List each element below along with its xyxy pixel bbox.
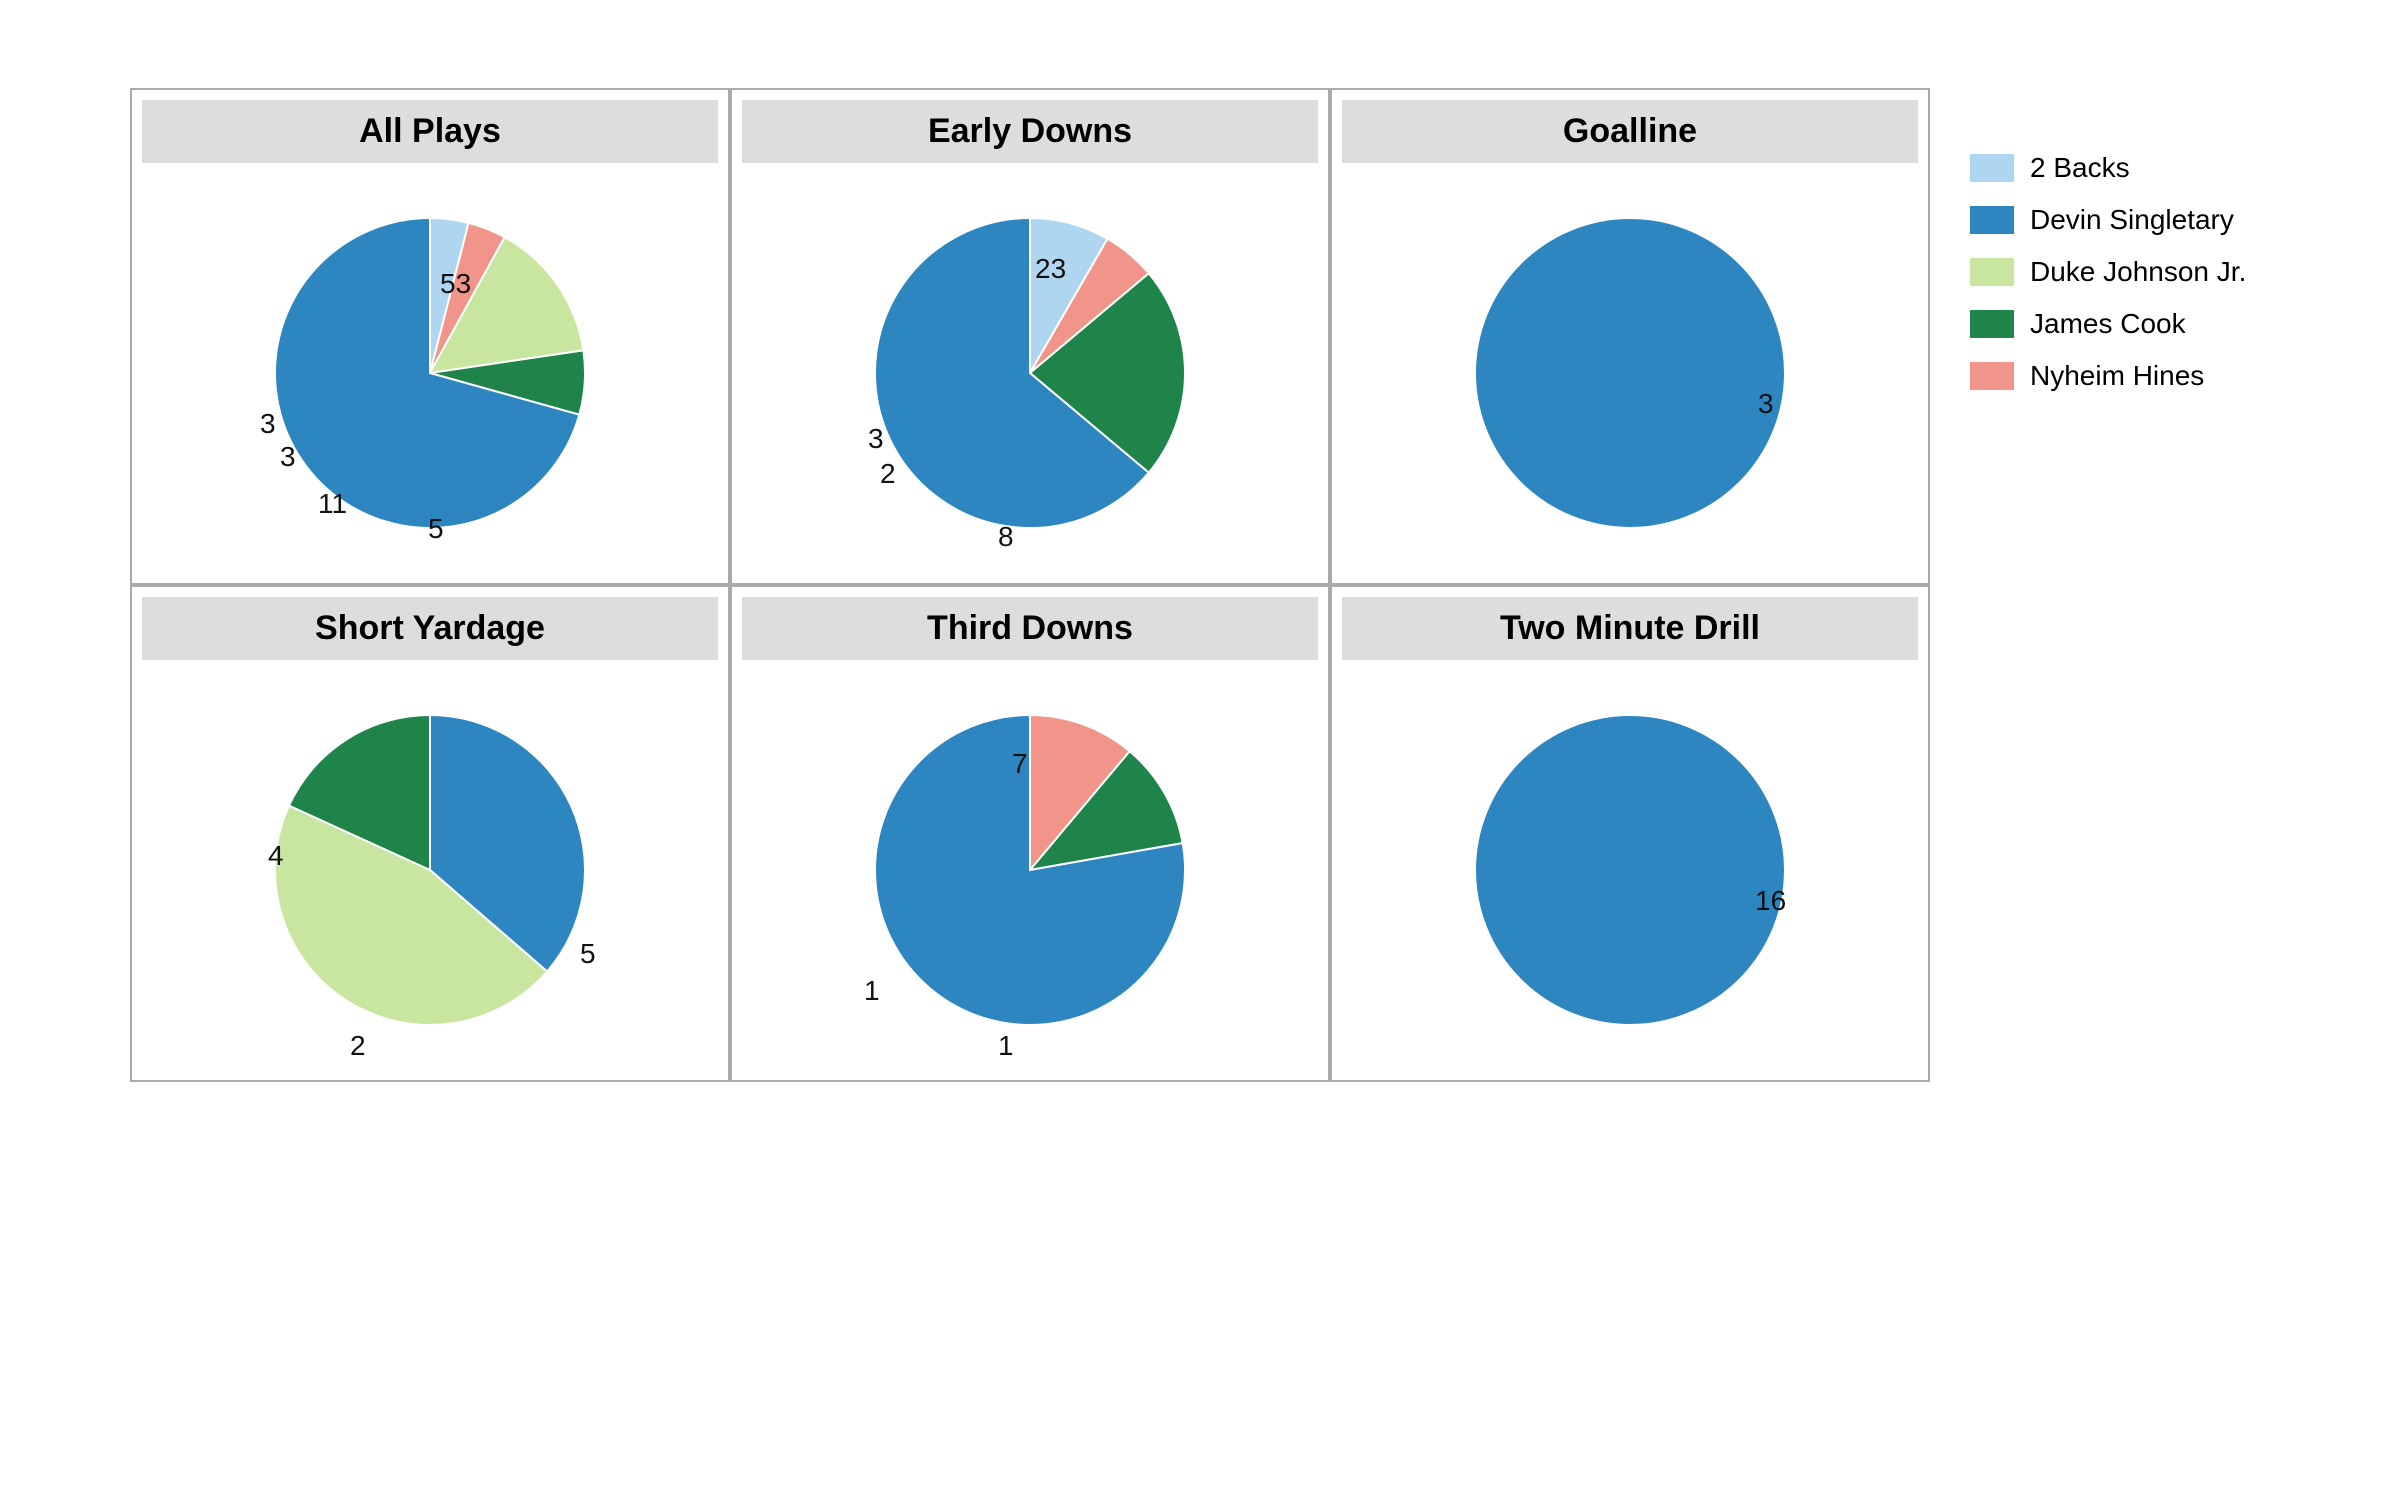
legend-label: Devin Singletary [2030, 204, 2234, 236]
chart-title-2: Goalline [1342, 100, 1918, 163]
legend-item: 2 Backs [1970, 152, 2250, 184]
pie-label-1: 1 [864, 975, 880, 1007]
legend-swatch [1970, 154, 2014, 182]
legend-swatch [1970, 310, 2014, 338]
pie-svg-2 [1450, 193, 1810, 553]
chart-title-5: Two Minute Drill [1342, 597, 1918, 660]
pie-label-3: 3 [260, 408, 276, 440]
legend-label: Nyheim Hines [2030, 360, 2204, 392]
chart-grid: All Plays5333115Early Downs23328Goalline… [130, 88, 1930, 1082]
chart-title-0: All Plays [142, 100, 718, 163]
pie-svg-1 [850, 193, 1210, 553]
pie-container-5: 16 [1450, 690, 1810, 1050]
pie-label-23: 23 [1035, 253, 1066, 285]
chart-cell-5: Two Minute Drill 16 [1330, 585, 1930, 1082]
legend-label: 2 Backs [2030, 152, 2130, 184]
pie-label-3: 3 [280, 441, 296, 473]
pie-container-0: 53 33 11 5 [250, 193, 610, 553]
pie-label-2: 2 [350, 1030, 366, 1062]
pie-container-1: 23 32 8 [850, 193, 1210, 553]
pie-label-16: 16 [1755, 885, 1786, 917]
pie-label-3: 3 [868, 423, 884, 455]
pie-container-2: 3 [1450, 193, 1810, 553]
pie-label-4: 4 [268, 840, 284, 872]
legend-area: 2 Backs Devin Singletary Duke Johnson Jr… [1930, 88, 2270, 432]
legend-swatch [1970, 258, 2014, 286]
content-area: All Plays5333115Early Downs23328Goalline… [20, 88, 2380, 1082]
legend-items: 2 Backs Devin Singletary Duke Johnson Jr… [1970, 152, 2250, 412]
pie-label-7: 7 [1012, 748, 1028, 780]
legend-swatch [1970, 362, 2014, 390]
pie-label-11: 11 [318, 488, 347, 520]
chart-cell-4: Third Downs 7 1 1 [730, 585, 1330, 1082]
chart-cell-2: Goalline 3 [1330, 88, 1930, 585]
pie-label-5: 5 [580, 938, 596, 970]
pie-label-53: 53 [440, 268, 471, 300]
pie-container-4: 711 [850, 690, 1210, 1050]
pie-label-1: 1 [998, 1030, 1014, 1062]
pie-label-5: 5 [428, 513, 444, 545]
chart-cell-0: All Plays 53 33 11 5 [130, 88, 730, 585]
legend-item: Duke Johnson Jr. [1970, 256, 2250, 288]
chart-cell-3: Short Yardage 4 5 2 [130, 585, 730, 1082]
pie-container-3: 452 [250, 690, 610, 1050]
chart-title-4: Third Downs [742, 597, 1318, 660]
pie-svg-0 [250, 193, 610, 553]
pie-svg-5 [1450, 690, 1810, 1050]
chart-title-1: Early Downs [742, 100, 1318, 163]
chart-title-3: Short Yardage [142, 597, 718, 660]
legend-item: Nyheim Hines [1970, 360, 2250, 392]
legend-item: Devin Singletary [1970, 204, 2250, 236]
pie-label-2: 2 [880, 458, 896, 490]
pie-svg-4 [850, 690, 1210, 1050]
legend-swatch [1970, 206, 2014, 234]
pie-label-3: 3 [1758, 388, 1774, 420]
legend-item: James Cook [1970, 308, 2250, 340]
legend-label: James Cook [2030, 308, 2186, 340]
legend-label: Duke Johnson Jr. [2030, 256, 2246, 288]
pie-svg-3 [250, 690, 610, 1050]
pie-label-8: 8 [998, 521, 1014, 553]
chart-cell-1: Early Downs 23 32 8 [730, 88, 1330, 585]
